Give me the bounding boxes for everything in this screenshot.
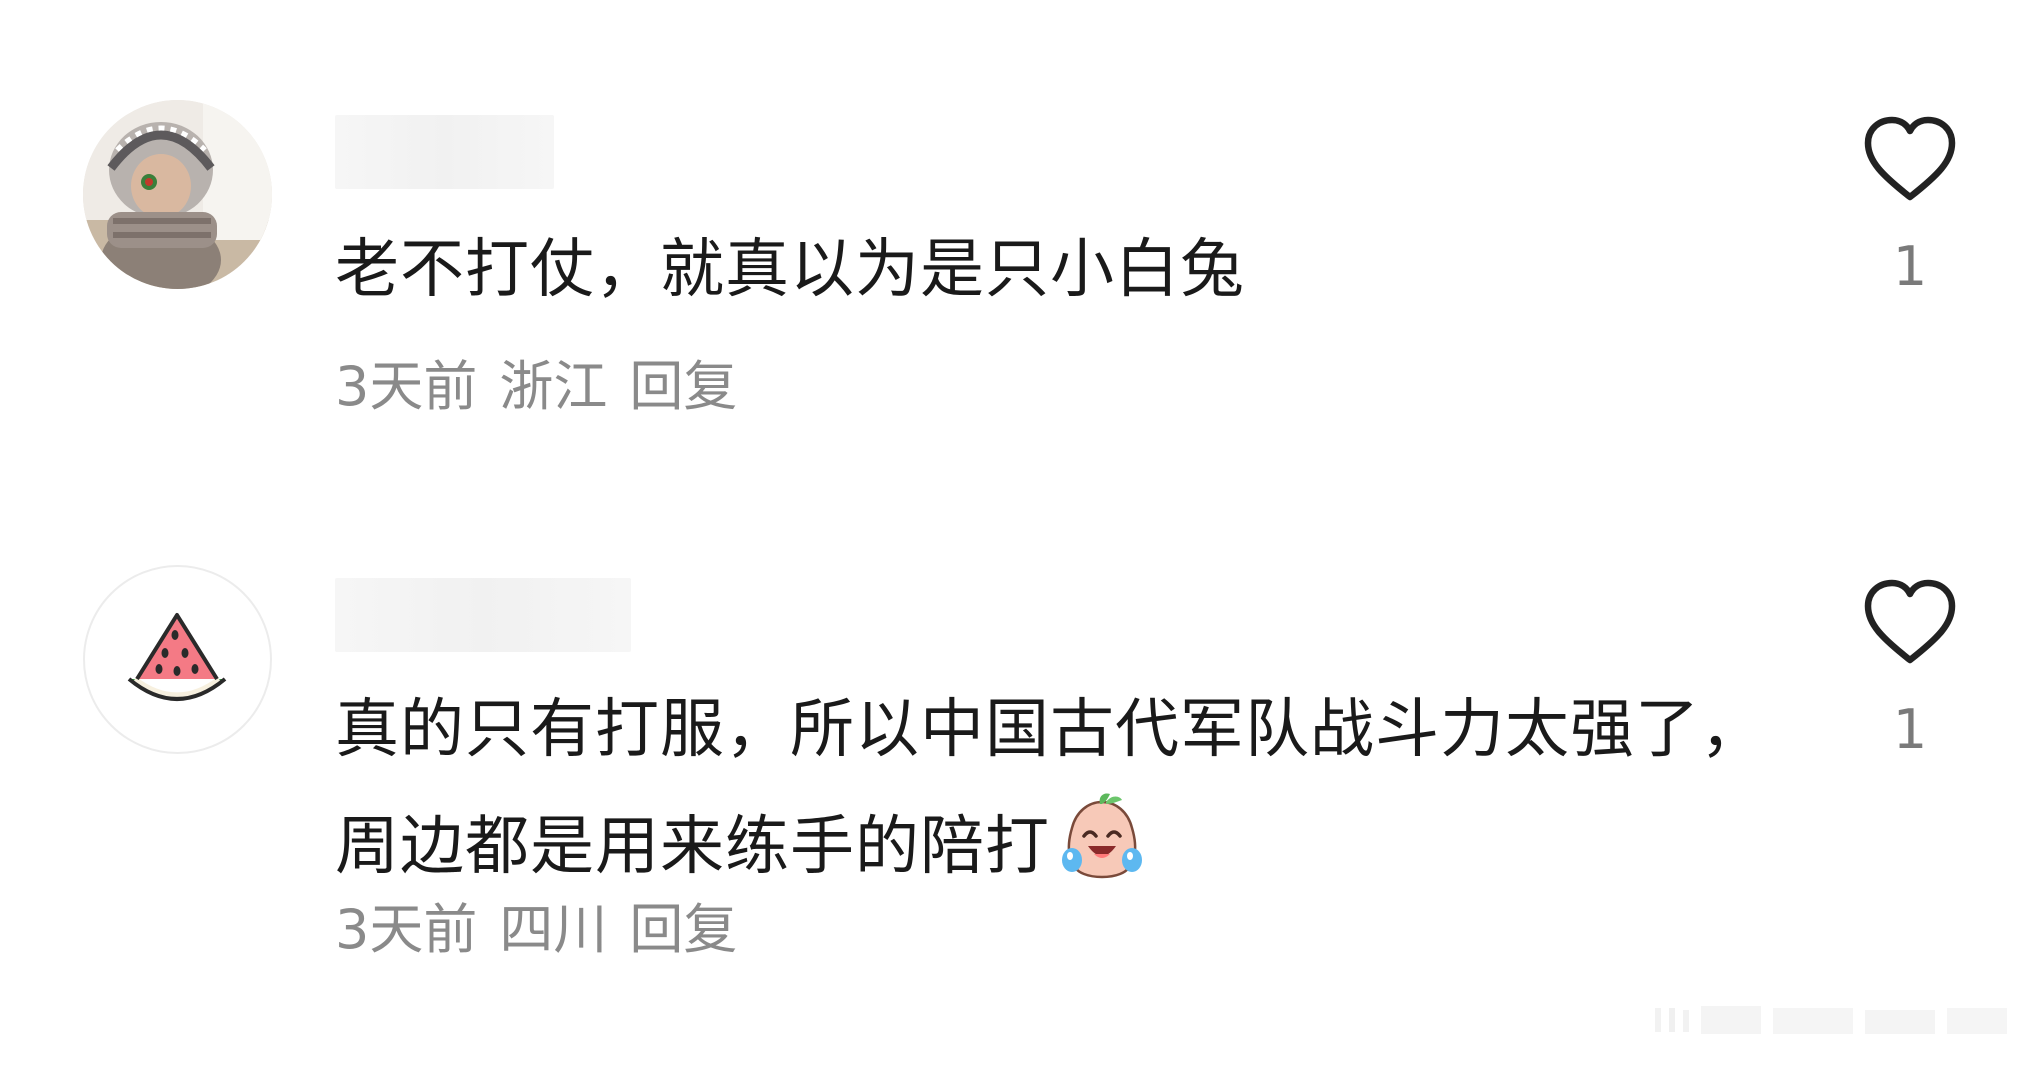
- like-count: 1: [1892, 698, 1928, 761]
- comment-time: 3天前: [335, 898, 478, 961]
- comment-text: 真的只有打服，所以中国古代军队战斗力太强了，周边都是用来练手的陪打: [335, 672, 1785, 905]
- comment-item: 真的只有打服，所以中国古代军队战斗力太强了，周边都是用来练手的陪打 3天前 四川回…: [0, 0, 2041, 1000]
- comment-text-content: 真的只有打服，所以中国古代军队战斗力太强了，周边都是用来练手的陪打: [335, 693, 1765, 884]
- laugh-cry-peach-emoji: [1062, 793, 1142, 879]
- watermark-blur-icon: [1655, 1006, 2007, 1034]
- comment-meta: 3天前 四川 回复: [335, 898, 737, 962]
- heart-outline-icon: [1864, 579, 1956, 664]
- watermark: [1655, 1000, 2015, 1040]
- avatar[interactable]: [83, 565, 272, 754]
- reply-button[interactable]: 回复: [629, 898, 737, 961]
- watermelon-avatar-icon: [127, 613, 227, 701]
- username-redacted[interactable]: [335, 578, 631, 652]
- comment-location: 四川: [499, 898, 608, 961]
- like-button[interactable]: 1: [1860, 578, 1960, 760]
